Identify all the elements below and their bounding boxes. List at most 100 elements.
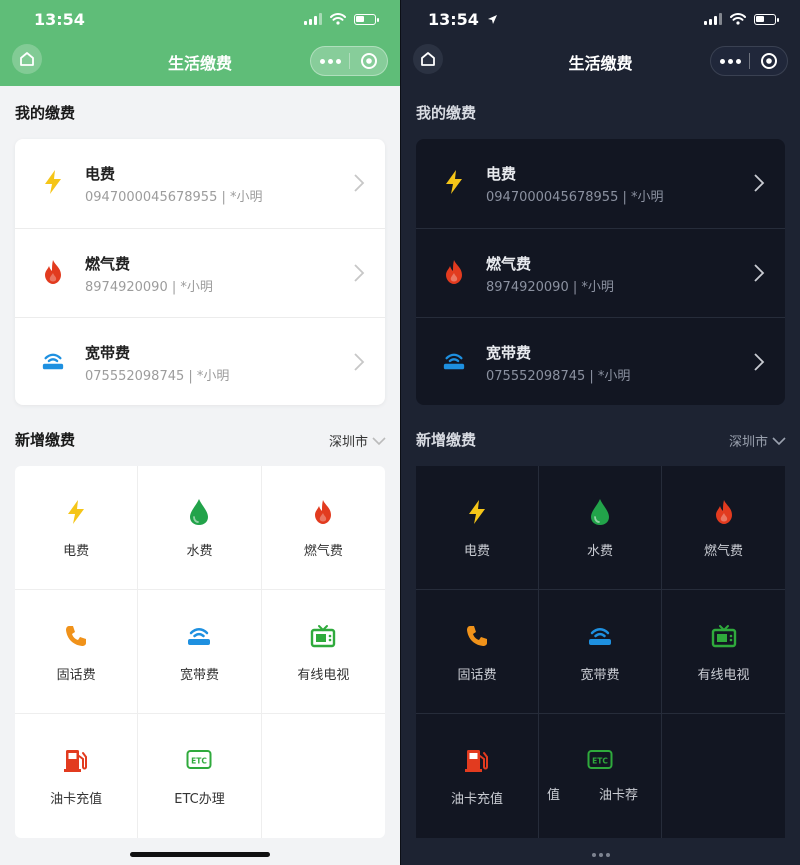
my-bills-heading-dark: 我的缴费 (416, 104, 477, 122)
service-phone[interactable]: 固话费 (416, 590, 539, 714)
service-grid: 电费 水费 燃气费固话费 宽带费 有线电视油卡充值 ETC ETC办理 (15, 466, 385, 838)
wifi-router-icon (41, 348, 65, 374)
service-label: 有线电视 (297, 668, 350, 683)
service-water-drop[interactable]: 水费 (539, 466, 662, 590)
service-flame[interactable]: 燃气费 (261, 466, 385, 590)
battery-icon (754, 13, 779, 25)
flame-icon (41, 259, 65, 285)
service-label: 固话费 (56, 668, 96, 683)
city-selector-dark[interactable]: 深圳市 (729, 431, 786, 450)
service-label: 水费 (186, 544, 213, 559)
wifi-icon (330, 13, 346, 25)
my-bills-heading: 我的缴费 (15, 104, 76, 122)
etc-icon: ETC (186, 746, 212, 774)
bill-name: 电费 (486, 165, 517, 183)
wifi-router-icon (587, 622, 613, 650)
service-flame[interactable]: 燃气费 (662, 466, 785, 590)
wifi-router-icon (442, 348, 466, 374)
chevron-right-icon (354, 174, 365, 192)
cellular-signal-icon (704, 13, 722, 25)
bill-row[interactable]: 燃气费 8974920090 | *小明 (416, 228, 785, 317)
service-lightning[interactable]: 电费 (416, 466, 539, 590)
service-label-overlap: 油卡荐 (599, 788, 639, 803)
bill-name: 燃气费 (486, 255, 532, 273)
bill-name: 宽带费 (85, 344, 131, 362)
service-label: 固话费 (457, 668, 497, 683)
phone-icon (464, 622, 490, 650)
flame-icon (442, 259, 466, 285)
service-etc[interactable]: ETC ETC办理 (138, 714, 262, 838)
bill-name: 宽带费 (486, 344, 532, 362)
my-bills-card-dark: 电费 0947000045678955 | *小明 燃气费 8974920090 | … (416, 139, 785, 405)
water-drop-icon (587, 498, 613, 526)
service-label: 水费 (586, 544, 613, 559)
service-tv[interactable]: 有线电视 (662, 590, 785, 714)
bill-account: 8974920090 | *小明 (85, 280, 213, 295)
bill-row[interactable]: 电费 0947000045678955 | *小明 (15, 139, 385, 228)
bill-name: 燃气费 (85, 255, 131, 273)
close-miniprogram-button[interactable] (350, 52, 387, 70)
new-bills-heading: 新增缴费 (15, 431, 76, 449)
service-label: 燃气费 (703, 544, 743, 559)
phone-icon (63, 622, 89, 650)
tv-icon (711, 622, 737, 650)
service-etc[interactable]: ETC 值油卡荐 (539, 714, 662, 838)
tv-icon (310, 622, 336, 650)
home-indicator (130, 852, 270, 857)
empty-grid-cell (662, 714, 785, 838)
bill-account: 075552098745 | *小明 (85, 369, 230, 384)
svg-text:ETC: ETC (592, 757, 608, 766)
water-drop-icon (186, 498, 212, 526)
chevron-right-icon (754, 174, 765, 192)
status-icons (304, 13, 379, 25)
chevron-right-icon (754, 353, 765, 371)
more-menu-button[interactable] (711, 58, 749, 64)
city-label: 深圳市 (328, 435, 368, 450)
page-content-dark: 我的缴费 电费 0947000045678955 | *小明 燃气费 89749200… (401, 86, 800, 865)
service-grid-dark: 电费 水费 燃气费固话费 宽带费 有线电视油卡充值 ETC 值油卡荐 (416, 466, 785, 838)
service-label: 宽带费 (580, 668, 620, 683)
chevron-right-icon (354, 264, 365, 282)
service-lightning[interactable]: 电费 (15, 466, 139, 590)
service-fuel-pump[interactable]: 油卡充值 (416, 714, 539, 838)
service-label: 宽带费 (179, 668, 219, 683)
chevron-down-icon (772, 436, 786, 445)
status-icons-dark (704, 13, 779, 25)
my-bills-card: 电费 0947000045678955 | *小明燃气费 8974920090 | … (15, 139, 385, 405)
service-label: 油卡充值 (450, 792, 503, 807)
service-tv[interactable]: 有线电视 (261, 590, 385, 714)
fuel-pump-icon (63, 746, 89, 774)
service-wifi-router[interactable]: 宽带费 (138, 590, 262, 714)
chevron-right-icon (754, 264, 765, 282)
city-label: 深圳市 (728, 435, 768, 450)
close-miniprogram-button[interactable] (750, 52, 787, 70)
service-label: ETC办理 (174, 792, 225, 807)
service-phone[interactable]: 固话费 (15, 590, 139, 714)
miniprogram-capsule (310, 46, 388, 76)
bill-account: 0947000045678955 | *小明 (85, 190, 263, 205)
service-wifi-router[interactable]: 宽带费 (539, 590, 662, 714)
more-menu-button[interactable] (311, 58, 349, 64)
service-water-drop[interactable]: 水费 (138, 466, 262, 590)
bill-account: 8974920090 | *小明 (486, 280, 614, 295)
empty-grid-cell (262, 714, 385, 838)
bill-row[interactable]: 宽带费 075552098745 | *小明 (15, 317, 385, 405)
bill-row[interactable]: 电费 0947000045678955 | *小明 (416, 139, 785, 228)
bill-row[interactable]: 宽带费 075552098745 | *小明 (416, 317, 785, 405)
city-selector[interactable]: 深圳市 (329, 431, 386, 450)
bill-account: 0947000045678955 | *小明 (486, 190, 664, 205)
etc-icon: ETC (587, 746, 613, 774)
fuel-pump-icon (464, 746, 490, 774)
service-label: 油卡充值 (50, 792, 103, 807)
dark-phone-screen: 13:54 生活缴费 我的缴费 电费 0947000045678955 | *小明… (401, 0, 800, 865)
service-fuel-pump[interactable]: 油卡充值 (15, 714, 139, 838)
cellular-signal-icon (304, 13, 322, 25)
service-label: 燃气费 (303, 544, 343, 559)
location-arrow-icon (487, 15, 497, 24)
wifi-router-icon (186, 622, 212, 650)
service-label: 电费 (63, 544, 90, 559)
bill-row[interactable]: 燃气费 8974920090 | *小明 (15, 228, 385, 317)
svg-text:ETC: ETC (192, 757, 208, 766)
chevron-right-icon (354, 353, 365, 371)
chevron-down-icon (372, 436, 386, 445)
